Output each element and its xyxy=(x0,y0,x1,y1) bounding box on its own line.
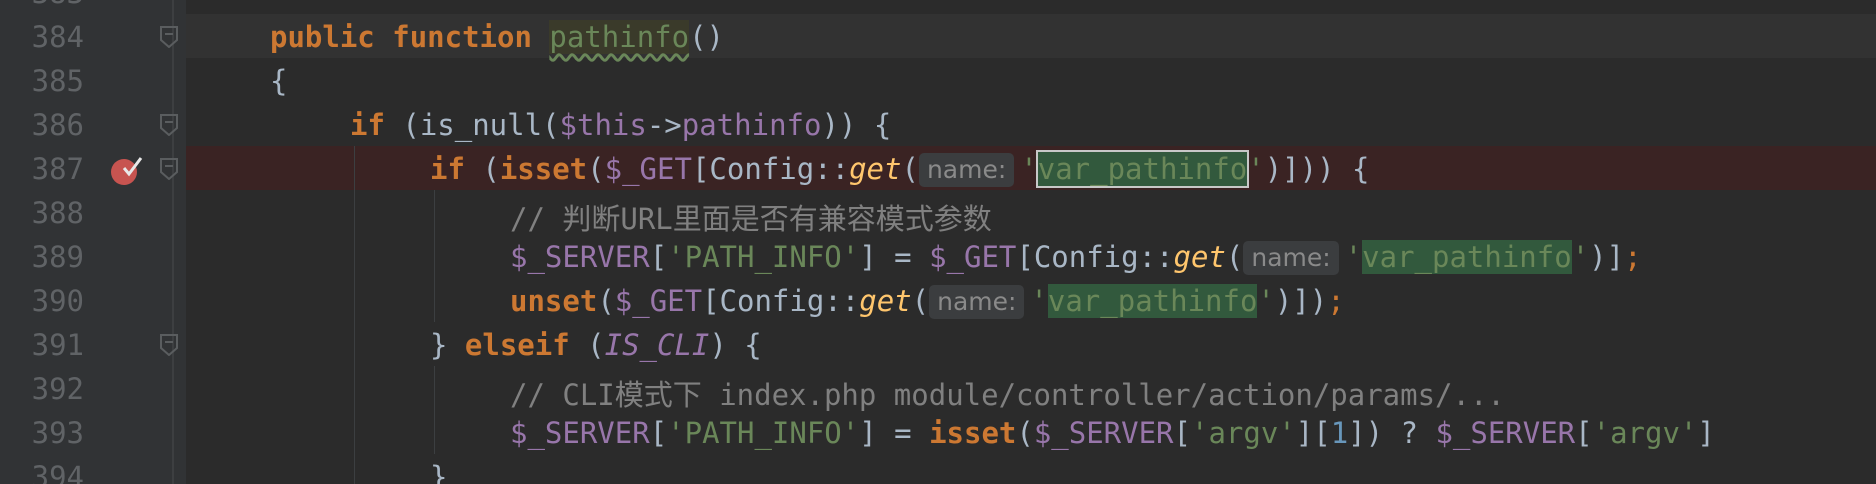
indent-guide xyxy=(434,366,435,454)
indent-guide xyxy=(354,146,355,484)
code-line[interactable]: 387 if (isset($_GET[Config::get(name:'va… xyxy=(0,146,1876,190)
line-number: 386 xyxy=(31,108,84,142)
code-text: if (isset($_GET[Config::get(name:'var_pa… xyxy=(430,150,1370,188)
code-text: // 判断URL里面是否有兼容模式参数 xyxy=(510,202,992,236)
code-line[interactable]: 389 $_SERVER['PATH_INFO'] = $_GET[Config… xyxy=(0,234,1876,278)
line-number: 388 xyxy=(31,196,84,230)
parameter-hint: name: xyxy=(929,285,1025,319)
indent-guide xyxy=(434,190,435,322)
line-number: 393 xyxy=(31,416,84,450)
code-line[interactable]: 386 if (is_null($this->pathinfo)) { xyxy=(0,102,1876,146)
code-line[interactable]: 393 $_SERVER['PATH_INFO'] = isset($_SERV… xyxy=(0,410,1876,454)
line-number: 384 xyxy=(31,20,84,54)
parameter-hint: name: xyxy=(1243,241,1339,275)
line-number: 387 xyxy=(31,152,84,186)
line-number: 390 xyxy=(31,284,84,318)
line-number: 391 xyxy=(31,328,84,362)
code-text: } xyxy=(430,460,448,484)
breakpoint-icon[interactable] xyxy=(110,154,143,186)
code-line[interactable]: 383 xyxy=(0,0,1876,14)
parameter-hint: name: xyxy=(918,153,1015,187)
line-number: 392 xyxy=(31,372,84,406)
code-line[interactable]: 384 public function pathinfo() xyxy=(0,14,1876,58)
code-text: } elseif (IS_CLI) { xyxy=(430,328,762,362)
code-line[interactable]: 392 // CLI模式下 index.php module/controlle… xyxy=(0,366,1876,412)
line-number: 394 xyxy=(31,460,84,484)
line-number: 383 xyxy=(0,0,84,10)
code-text: $_SERVER['PATH_INFO'] = isset($_SERVER['… xyxy=(510,416,1715,450)
code-editor[interactable]: 383 384 public function pathinfo() 385 {… xyxy=(0,0,1876,484)
fold-marker-icon[interactable] xyxy=(160,114,178,136)
code-text: { xyxy=(270,64,288,98)
code-line[interactable]: 385 { xyxy=(0,58,1876,102)
code-text: if (is_null($this->pathinfo)) { xyxy=(350,108,892,142)
line-number: 389 xyxy=(31,240,84,274)
code-line[interactable]: 394 } xyxy=(0,454,1876,484)
code-line[interactable]: 391 } elseif (IS_CLI) { xyxy=(0,322,1876,366)
code-line[interactable]: 388 // 判断URL里面是否有兼容模式参数 xyxy=(0,190,1876,236)
code-text: unset($_GET[Config::get(name:'var_pathin… xyxy=(510,284,1345,319)
code-text: // CLI模式下 index.php module/controller/ac… xyxy=(510,378,1505,412)
code-text: $_SERVER['PATH_INFO'] = $_GET[Config::ge… xyxy=(510,240,1642,275)
fold-marker-icon[interactable] xyxy=(160,158,178,180)
line-number: 385 xyxy=(31,64,84,98)
code-line[interactable]: 390 unset($_GET[Config::get(name:'var_pa… xyxy=(0,278,1876,322)
code-text: public function pathinfo() xyxy=(270,20,724,54)
fold-marker-icon[interactable] xyxy=(160,334,178,356)
fold-marker-icon[interactable] xyxy=(160,26,178,48)
